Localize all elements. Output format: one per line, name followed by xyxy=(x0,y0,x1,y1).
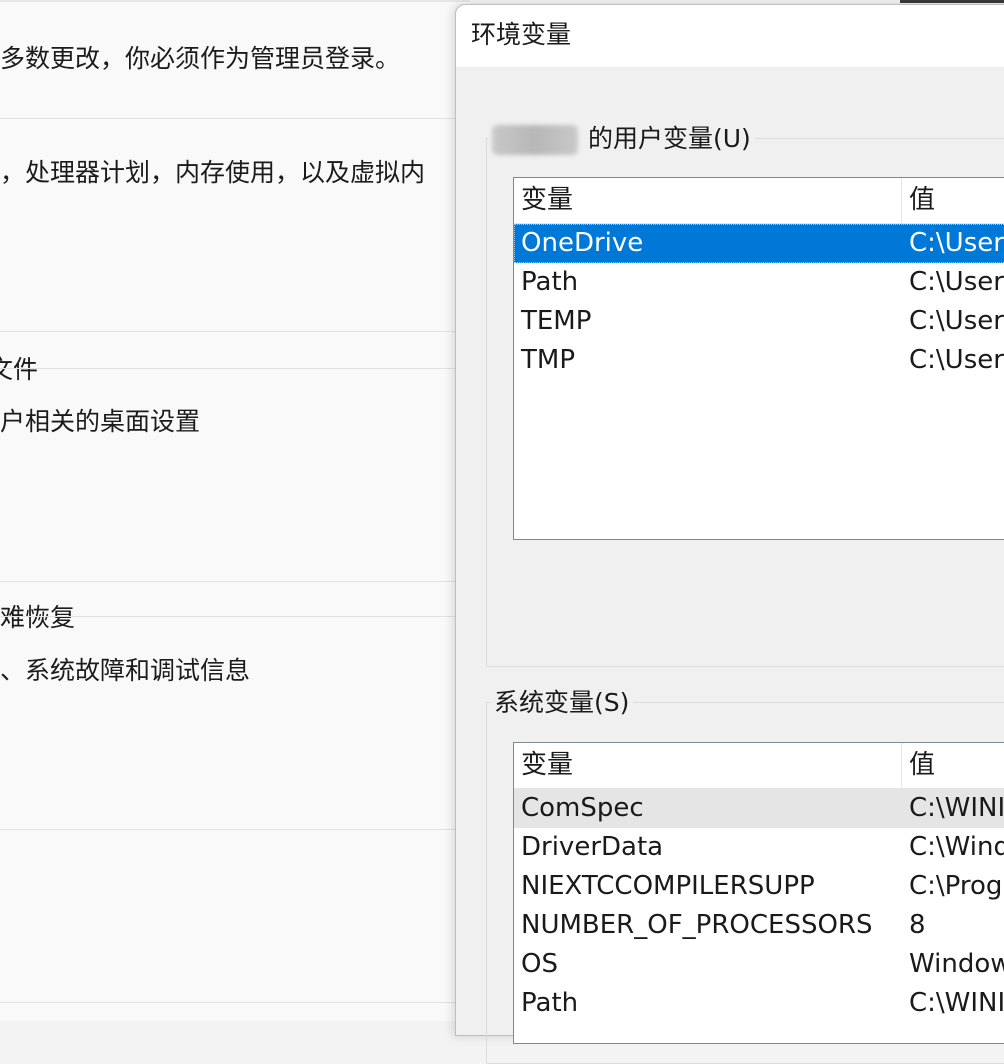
redacted-username xyxy=(492,125,578,155)
variable-name: OS xyxy=(521,949,558,979)
variable-name: ComSpec xyxy=(521,793,644,823)
variable-name: NUMBER_OF_PROCESSORS xyxy=(521,910,873,940)
list-header: 变量 值 xyxy=(514,178,1004,224)
divider xyxy=(0,368,470,369)
user-variables-list[interactable]: 变量 值 OneDrive C:\Users Path C:\Users TEM… xyxy=(513,177,1004,540)
startup-recovery-description: 、系统故障和调试信息 xyxy=(0,656,251,685)
background-window-edge xyxy=(900,0,1004,3)
variable-name: Path xyxy=(521,267,579,297)
variable-value: Window xyxy=(909,949,1004,979)
startup-recovery-heading: 灾难恢复 xyxy=(0,603,76,632)
divider xyxy=(0,616,470,617)
user-variables-caption: 的用户变量(U) xyxy=(488,123,755,155)
column-header-variable[interactable]: 变量 xyxy=(521,184,573,216)
user-profiles-description: 户相关的桌面设置 xyxy=(0,407,201,436)
variable-value: C:\Prog xyxy=(909,871,1003,901)
user-profiles-heading: 文件 xyxy=(0,355,39,384)
column-header-variable[interactable]: 变量 xyxy=(521,749,573,781)
variable-name: TEMP xyxy=(521,306,592,336)
column-separator[interactable] xyxy=(901,743,902,788)
list-row-number-of-processors[interactable]: NUMBER_OF_PROCESSORS 8 xyxy=(514,906,1004,945)
variable-value: C:\Users xyxy=(909,306,1004,336)
variable-name: NIEXTCCOMPILERSUPP xyxy=(521,871,815,901)
variable-value: C:\Users xyxy=(909,267,1004,297)
variable-name: TMP xyxy=(521,345,575,375)
divider xyxy=(0,331,470,332)
list-row-onedrive[interactable]: OneDrive C:\Users xyxy=(514,224,1004,263)
list-row-tmp[interactable]: TMP C:\Users xyxy=(514,341,1004,380)
list-row-temp[interactable]: TEMP C:\Users xyxy=(514,302,1004,341)
variable-value: C:\WINI xyxy=(909,793,1004,823)
divider xyxy=(0,118,470,119)
variable-value: C:\Users xyxy=(909,345,1004,375)
column-header-value[interactable]: 值 xyxy=(909,184,935,216)
system-properties-window: 多数更改，你必须作为管理员登录。 ，处理器计划，内存使用，以及虚拟内 文件 户相… xyxy=(0,0,470,1021)
bg-window-top-edge xyxy=(0,0,470,2)
variable-value: 8 xyxy=(909,910,926,940)
column-separator[interactable] xyxy=(901,178,902,223)
list-row-comspec[interactable]: ComSpec C:\WINI xyxy=(514,789,1004,828)
divider xyxy=(0,829,470,830)
list-row-path[interactable]: Path C:\WINI xyxy=(514,984,1004,1023)
variable-name: Path xyxy=(521,988,579,1018)
system-variables-caption: 系统变量(S) xyxy=(490,687,634,719)
dialog-title: 环境变量 xyxy=(471,20,572,49)
list-row-niextccompilersupp[interactable]: NIEXTCCOMPILERSUPP C:\Prog xyxy=(514,867,1004,906)
environment-variables-dialog: 环境变量 的用户变量(U) 变量 值 OneDrive C:\Users Pat… xyxy=(455,4,1004,1064)
variable-value: C:\WINI xyxy=(909,988,1004,1018)
performance-description: ，处理器计划，内存使用，以及虚拟内 xyxy=(0,158,426,187)
variable-name: DriverData xyxy=(521,832,664,862)
system-variables-list[interactable]: 变量 值 ComSpec C:\WINI DriverData C:\Wind … xyxy=(513,742,1004,1044)
divider xyxy=(0,581,470,582)
admin-notice-text: 多数更改，你必须作为管理员登录。 xyxy=(0,44,401,73)
list-row-os[interactable]: OS Window xyxy=(514,945,1004,984)
divider xyxy=(0,1002,470,1003)
list-row-driverdata[interactable]: DriverData C:\Wind xyxy=(514,828,1004,867)
list-header: 变量 值 xyxy=(514,743,1004,789)
variable-name: OneDrive xyxy=(521,228,644,258)
list-row-path[interactable]: Path C:\Users xyxy=(514,263,1004,302)
variable-value: C:\Users xyxy=(909,228,1004,258)
column-header-value[interactable]: 值 xyxy=(909,749,935,781)
dialog-titlebar[interactable]: 环境变量 xyxy=(456,5,1004,67)
variable-value: C:\Wind xyxy=(909,832,1004,862)
